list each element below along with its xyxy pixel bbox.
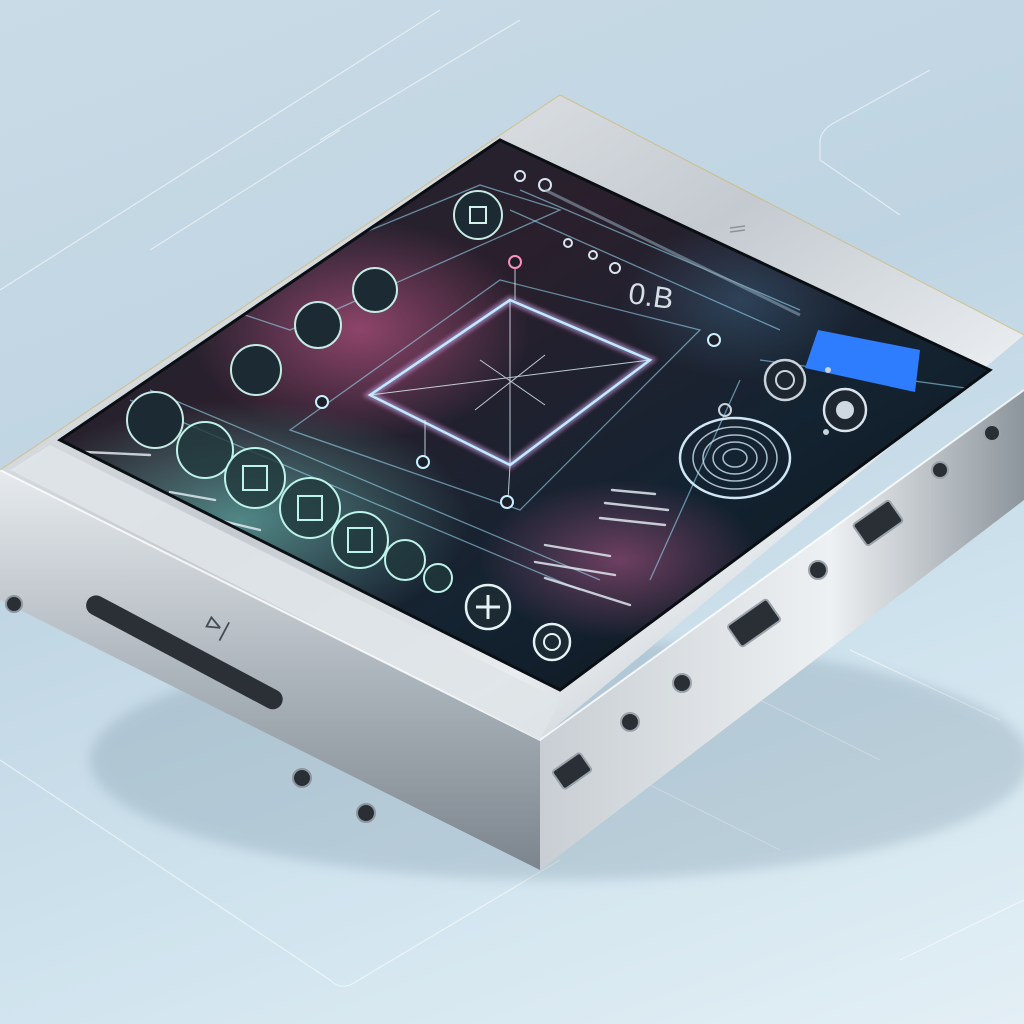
side-port-4[interactable] [931, 461, 949, 479]
settings-icon[interactable] [763, 358, 807, 402]
camera-icon[interactable] [230, 344, 282, 396]
side-port-5[interactable] [983, 424, 1001, 442]
app-icon[interactable] [453, 190, 503, 240]
gallery-icon[interactable] [331, 511, 389, 569]
frame-handle-left[interactable] [315, 395, 329, 409]
front-port-1[interactable] [292, 768, 312, 788]
gear-icon[interactable] [532, 622, 572, 662]
frame-handle-bottom[interactable] [500, 495, 514, 509]
image-icon[interactable] [352, 267, 398, 313]
media-icon[interactable] [294, 301, 342, 349]
side-port-2[interactable] [672, 673, 692, 693]
side-port-3[interactable] [808, 560, 828, 580]
dot-icon[interactable] [423, 563, 453, 593]
front-port-2[interactable] [356, 803, 376, 823]
grid-icon[interactable] [126, 391, 184, 449]
plus-icon[interactable] [464, 583, 512, 631]
tile-icon[interactable] [384, 539, 426, 581]
photo-icon[interactable] [176, 421, 234, 479]
side-port-1[interactable] [620, 712, 640, 732]
screen-readout: 0.B [626, 277, 675, 316]
window-icon[interactable] [224, 447, 286, 509]
frame-handle-low[interactable] [416, 455, 430, 469]
front-port-left[interactable] [5, 595, 23, 613]
frame-icon[interactable] [279, 477, 341, 539]
frame-handle-top[interactable] [508, 255, 522, 269]
device-scene: ⊳| 0.B [0, 9, 1024, 987]
frame-handle-right[interactable] [707, 333, 721, 347]
